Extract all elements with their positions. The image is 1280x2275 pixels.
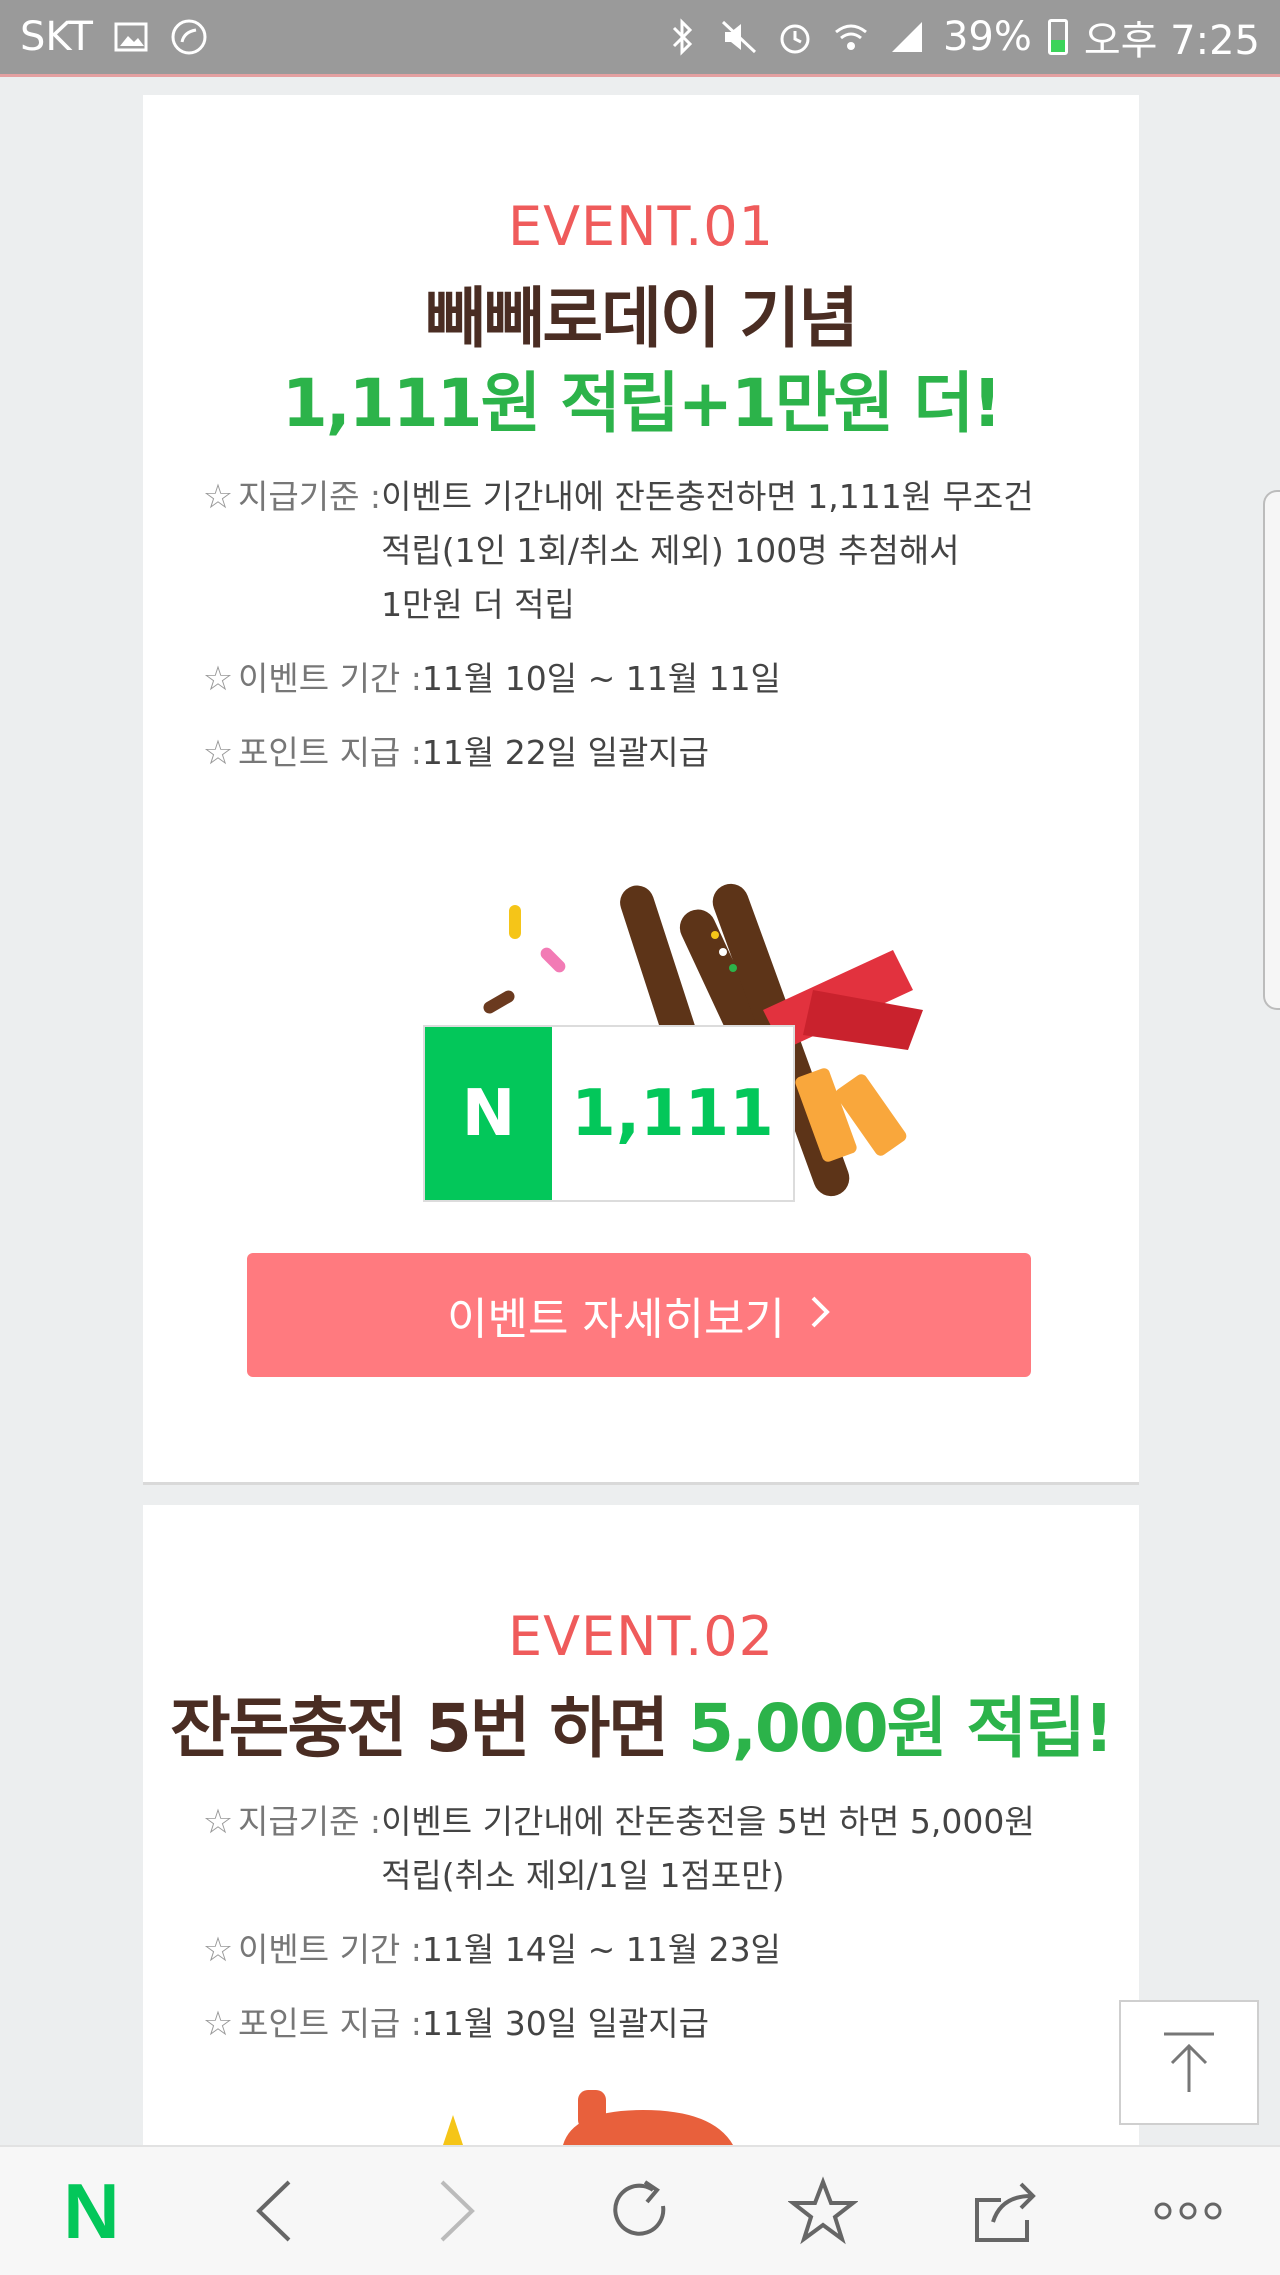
- side-drawer-handle[interactable]: [1263, 490, 1280, 1010]
- info-line: 적립(취소 제외/1일 1점포만): [381, 1856, 785, 1895]
- info-value: 이벤트 기간내에 잔돈충전을 5번 하면 5,000원 적립(취소 제외/1일 …: [381, 1795, 1035, 1903]
- info-label: 지급기준 :: [238, 1802, 382, 1841]
- arrow-up-icon: [1164, 2032, 1214, 2092]
- more-icon: [1154, 2202, 1222, 2220]
- event-label: EVENT.01: [507, 195, 775, 258]
- info-label: 지급기준 :: [238, 477, 382, 516]
- progress-line: [0, 74, 1280, 77]
- info-value: 11월 30일 일괄지급: [421, 2004, 710, 2043]
- point-badge: N 1,111: [423, 1025, 795, 1202]
- info-line: 적립(1인 1회/취소 제외) 100명 추첨해서: [381, 531, 960, 570]
- info-line: 1만원 더 적립: [381, 585, 575, 624]
- mute-icon: [719, 17, 759, 57]
- naver-home-button[interactable]: N: [31, 2151, 151, 2271]
- info-line: 이벤트 기간내에 잔돈충전하면 1,111원 무조건: [381, 477, 1034, 516]
- event-info: ☆ 지급기준 : 이벤트 기간내에 잔돈충전을 5번 하면 5,000원 적립(…: [200, 1795, 1080, 2071]
- event-card-2: EVENT.02 잔돈충전 5번 하면 5,000원 적립! ☆ 지급기준 : …: [143, 1505, 1139, 2145]
- refresh-icon: [613, 2180, 666, 2236]
- back-icon: [256, 2180, 291, 2242]
- event-detail-label: 이벤트 자세히보기: [447, 1294, 785, 1345]
- event-detail-button[interactable]: 이벤트 자세히보기: [247, 1253, 1031, 1377]
- forward-button[interactable]: [397, 2151, 517, 2271]
- info-label: 포인트 지급 :: [238, 2004, 422, 2043]
- sprinkle-icon: [509, 905, 521, 939]
- battery-percent: 39%: [942, 14, 1032, 60]
- star-icon: ☆: [202, 733, 234, 773]
- share-button[interactable]: [946, 2151, 1066, 2271]
- info-row: ☆ 이벤트 기간 : 11월 14일 ~ 11월 23일: [200, 1923, 1080, 1977]
- gallery-icon: [111, 17, 151, 57]
- alarm-icon: [775, 17, 815, 57]
- clock: 오후 7:25: [1083, 18, 1260, 64]
- sprinkle-icon: [483, 990, 515, 1014]
- event-title-line2: 1,111원 적립+1만원 더!: [281, 365, 1002, 442]
- refresh-button[interactable]: [580, 2151, 700, 2271]
- info-label: 이벤트 기간 :: [238, 659, 422, 698]
- star-icon: ☆: [202, 477, 234, 517]
- bluetooth-icon: [663, 17, 703, 57]
- star-icon: ☆: [202, 2004, 234, 2044]
- event-title: 잔돈충전 5번 하면 5,000원 적립!: [143, 1675, 1139, 1771]
- info-row: ☆ 지급기준 : 이벤트 기간내에 잔돈충전을 5번 하면 5,000원 적립(…: [200, 1795, 1080, 1903]
- event-card-1: EVENT.01 빼빼로데이 기념 1,111원 적립+1만원 더! ☆ 지급기…: [143, 95, 1139, 1485]
- call-icon: [169, 17, 209, 57]
- status-bar: SKT 39% 오후 7:25: [0, 0, 1280, 74]
- event-label: EVENT.02: [507, 1605, 775, 1668]
- bookmark-star-icon: [787, 2176, 858, 2245]
- info-label: 포인트 지급 :: [238, 733, 422, 772]
- more-button[interactable]: [1128, 2151, 1248, 2271]
- sprinkle-icon: [540, 947, 566, 973]
- back-button[interactable]: [214, 2151, 334, 2271]
- signal-icon: [887, 17, 927, 57]
- browser-bottom-bar: N: [0, 2145, 1280, 2275]
- share-icon: [974, 2182, 1036, 2242]
- point-value: 1,111: [571, 1076, 774, 1151]
- carrier-label: SKT: [20, 14, 93, 60]
- scroll-to-top-button[interactable]: [1119, 2000, 1259, 2125]
- event-title-line1: 빼빼로데이 기념: [424, 280, 859, 357]
- star-icon: ☆: [202, 659, 234, 699]
- star-icon: ☆: [202, 1930, 234, 1970]
- naver-logo-icon: N: [63, 2166, 120, 2255]
- info-line: 이벤트 기간내에 잔돈충전을 5번 하면 5,000원: [381, 1802, 1035, 1841]
- info-row: ☆ 포인트 지급 : 11월 22일 일괄지급: [200, 726, 1080, 780]
- info-row: ☆ 포인트 지급 : 11월 30일 일괄지급: [200, 1997, 1080, 2051]
- info-label: 이벤트 기간 :: [238, 1930, 422, 1969]
- info-row: ☆ 지급기준 : 이벤트 기간내에 잔돈충전하면 1,111원 무조건 적립(1…: [200, 470, 1080, 632]
- event-title-part2: 5,000원 적립!: [687, 1690, 1114, 1767]
- info-value: 11월 22일 일괄지급: [421, 733, 710, 772]
- bookmark-button[interactable]: [763, 2151, 883, 2271]
- info-row: ☆ 이벤트 기간 : 11월 10일 ~ 11월 11일: [200, 652, 1080, 706]
- chevron-right-icon: [809, 1290, 831, 1341]
- event-info: ☆ 지급기준 : 이벤트 기간내에 잔돈충전하면 1,111원 무조건 적립(1…: [200, 470, 1080, 800]
- naver-pay-icon: N: [425, 1027, 552, 1200]
- info-value: 이벤트 기간내에 잔돈충전하면 1,111원 무조건 적립(1인 1회/취소 제…: [381, 470, 1034, 632]
- event-title-part1: 잔돈충전 5번 하면: [170, 1690, 688, 1767]
- info-value: 11월 14일 ~ 11월 23일: [421, 1930, 781, 1969]
- partial-illustration: [443, 2090, 733, 2145]
- star-icon: ☆: [202, 1802, 234, 1842]
- wifi-icon: [831, 17, 871, 57]
- forward-icon: [440, 2180, 475, 2242]
- battery-icon: [1047, 19, 1068, 55]
- info-value: 11월 10일 ~ 11월 11일: [421, 659, 781, 698]
